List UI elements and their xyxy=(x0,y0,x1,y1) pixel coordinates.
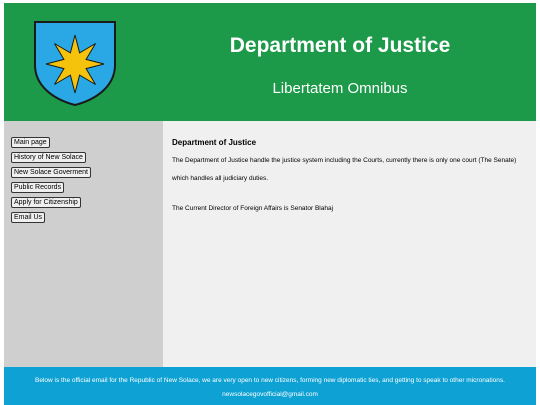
content-paragraph: The Department of Justice handle the jus… xyxy=(172,157,517,164)
sidebar-item-government[interactable]: New Solace Goverment xyxy=(11,167,91,178)
site-title: Department of Justice xyxy=(229,34,451,57)
sidebar-item-history[interactable]: History of New Solace xyxy=(11,152,86,163)
page-title: Department of Justice xyxy=(172,138,257,147)
site-motto: Libertatem Omnibus xyxy=(272,80,408,97)
site-footer: Below is the official email for the Repu… xyxy=(4,367,536,405)
sidebar-item-public-records[interactable]: Public Records xyxy=(11,182,65,193)
site-header: Department of Justice Libertatem Omnibus xyxy=(4,3,536,121)
sidebar-item-apply-citizenship[interactable]: Apply for Citizenship xyxy=(11,197,81,208)
content-paragraph: which handles all judiciary duties. xyxy=(172,175,269,182)
sidebar-item-email-us[interactable]: Email Us xyxy=(11,212,46,223)
content-paragraph: The Current Director of Foreign Affairs … xyxy=(172,205,334,212)
footer-email: newsolacegovofficial@gmail.com xyxy=(222,391,318,398)
sidebar-nav: Main page History of New Solace New Sola… xyxy=(4,121,163,367)
footer-text: Below is the official email for the Repu… xyxy=(35,377,505,384)
sidebar-item-main-page[interactable]: Main page xyxy=(11,137,50,148)
star-shield-icon xyxy=(34,21,116,107)
main-content: Department of Justice The Department of … xyxy=(163,121,536,367)
